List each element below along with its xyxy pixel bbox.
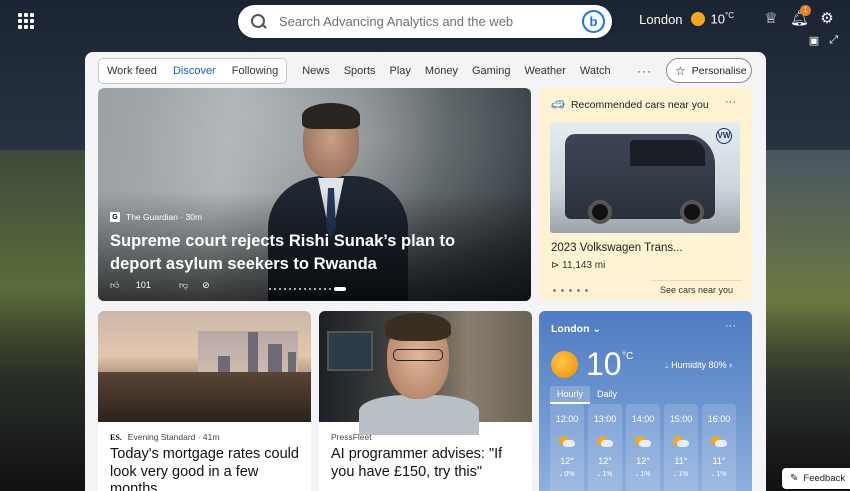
nav-money[interactable]: Money xyxy=(418,65,465,77)
news-image-city xyxy=(98,311,311,422)
forecast-hour[interactable]: 13:00 12° 💧︎ 1% xyxy=(588,404,622,491)
forecast-hour[interactable]: 15:00 11° 💧︎ 1% xyxy=(664,404,698,491)
weather-location[interactable]: London ⌄ xyxy=(551,323,601,335)
nav-sports[interactable]: Sports xyxy=(337,65,383,77)
weather-unit: °C xyxy=(622,351,634,362)
feed-nav: Work feed Discover Following News Sports… xyxy=(98,58,618,84)
forecast-hour[interactable]: 16:00 11° 💧︎ 1% xyxy=(702,404,736,491)
tab-hourly[interactable]: Hourly xyxy=(550,386,591,404)
tab-following[interactable]: Following xyxy=(224,59,286,83)
feedback-button[interactable]: ✎ Feedback xyxy=(782,468,850,489)
hero-story-card[interactable]: G The Guardian · 30m Supreme court rejec… xyxy=(98,88,531,301)
news-source: PressFleet xyxy=(331,432,372,442)
tab-work-feed[interactable]: Work feed xyxy=(99,59,165,83)
header-temperature[interactable]: 10°C xyxy=(711,11,734,26)
car-icon: 🚙︎ xyxy=(551,99,565,111)
feed-panel: Work feed Discover Following News Sports… xyxy=(85,52,766,491)
forecast-hour[interactable]: 14:00 12° 💧︎ 1% xyxy=(626,404,660,491)
search-bar[interactable]: b xyxy=(238,5,612,38)
guardian-logo-icon: G xyxy=(110,212,120,222)
sun-icon xyxy=(551,351,578,378)
see-cars-button[interactable]: See cars near you xyxy=(651,280,742,299)
nav-weather[interactable]: Weather xyxy=(517,65,572,77)
carousel-indicator[interactable] xyxy=(269,287,346,291)
bing-chat-icon[interactable]: b xyxy=(582,10,605,33)
hero-source-text: The Guardian · 30m xyxy=(126,212,203,222)
header-right: London 10°C ♕ 🔔︎ 1 ⚙ xyxy=(639,5,836,28)
evening-standard-logo-icon: ES. xyxy=(110,432,122,442)
hero-actions: 👍︎ 101 👎︎ ⊘ xyxy=(110,280,224,291)
chevron-right-icon: › xyxy=(729,360,733,370)
like-count: 101 xyxy=(135,280,151,290)
chevron-down-icon: ⌄ xyxy=(592,323,602,335)
personalise-label: Personalise xyxy=(691,64,747,77)
nav-watch[interactable]: Watch xyxy=(573,65,618,77)
like-button[interactable]: 👍︎ 101 xyxy=(110,280,165,291)
thumbs-up-icon: 👍︎ xyxy=(110,280,120,290)
news-title[interactable]: AI programmer advises: "If you have £150… xyxy=(331,446,526,481)
car-carousel-indicator[interactable] xyxy=(553,289,588,292)
partly-cloudy-icon xyxy=(635,436,651,448)
car-card-more-icon[interactable]: ··· xyxy=(725,96,736,108)
nav-news[interactable]: News xyxy=(295,65,337,77)
recommended-cars-card[interactable]: 🚙︎ Recommended cars near you ··· VW 2023… xyxy=(539,88,752,301)
search-input[interactable] xyxy=(279,14,569,29)
droplet-icon: 💧︎ xyxy=(665,360,669,370)
hourly-forecast: 12:00 12° 💧︎ 0% 13:00 12° 💧︎ 1% 14:00 12° 💧︎ 1… xyxy=(550,404,736,491)
sun-icon xyxy=(690,12,705,26)
car-image: VW xyxy=(550,122,740,233)
partly-cloudy-icon xyxy=(673,436,689,448)
apps-grid-icon[interactable] xyxy=(18,13,34,29)
news-card-mortgage[interactable]: ES. Evening Standard · 41m Today's mortg… xyxy=(98,311,311,491)
partly-cloudy-icon xyxy=(559,436,575,448)
partly-cloudy-icon xyxy=(597,436,613,448)
forecast-hour[interactable]: 12:00 12° 💧︎ 0% xyxy=(550,404,584,491)
dislike-icon[interactable]: 👎︎ xyxy=(179,280,188,291)
odometer-icon: ⊳ xyxy=(551,260,560,271)
car-mileage: ⊳ 11,143 mi xyxy=(551,260,606,271)
weather-more-icon[interactable]: ··· xyxy=(725,320,736,332)
hero-source: G The Guardian · 30m xyxy=(110,212,202,222)
weather-temperature: 10 xyxy=(586,346,622,382)
car-title[interactable]: 2023 Volkswagen Trans... xyxy=(551,242,683,254)
nav-gaming[interactable]: Gaming xyxy=(465,65,518,77)
category-links: News Sports Play Money Gaming Weather Wa… xyxy=(295,65,617,77)
header-small-icons: ▣ ⤢ xyxy=(809,34,838,47)
tab-discover[interactable]: Discover xyxy=(165,59,224,83)
header-location[interactable]: London xyxy=(639,12,682,27)
hide-story-icon[interactable]: ⊘ xyxy=(202,280,210,291)
weather-card[interactable]: London ⌄ ··· 10 °C 💧︎ Humidity 80% › Hou… xyxy=(539,311,752,491)
settings-gear-icon[interactable]: ⚙ xyxy=(818,10,836,28)
news-source: ES. Evening Standard · 41m xyxy=(110,432,220,442)
nav-more-button[interactable]: ··· xyxy=(637,64,652,78)
tab-daily[interactable]: Daily xyxy=(590,386,624,404)
weather-humidity[interactable]: 💧︎ Humidity 80% › xyxy=(665,360,732,371)
weather-tabs: Hourly Daily xyxy=(550,386,624,404)
nav-play[interactable]: Play xyxy=(383,65,418,77)
layout-icon[interactable]: ▣ xyxy=(809,34,819,47)
news-card-ai-programmer[interactable]: PressFleet AI programmer advises: "If yo… xyxy=(319,311,532,491)
volkswagen-logo-icon: VW xyxy=(716,128,732,144)
notification-badge: 1 xyxy=(800,5,811,16)
news-image-man xyxy=(319,311,532,435)
car-card-heading: 🚙︎ Recommended cars near you xyxy=(551,98,709,112)
notifications-bell-icon[interactable]: 🔔︎ 1 xyxy=(790,5,811,28)
news-title[interactable]: Today's mortgage rates could look very g… xyxy=(110,446,305,491)
rewards-trophy-icon[interactable]: ♕ xyxy=(762,10,780,28)
feed-segment-control: Work feed Discover Following xyxy=(98,58,288,84)
sparkle-star-icon: ☆ xyxy=(675,63,686,78)
search-icon xyxy=(251,13,267,30)
personalise-button[interactable]: ☆ Personalise xyxy=(666,58,752,83)
feedback-icon: ✎ xyxy=(790,473,799,484)
partly-cloudy-icon xyxy=(711,436,727,448)
hero-headline[interactable]: Supreme court rejects Rishi Sunak’s plan… xyxy=(110,230,510,276)
expand-icon[interactable]: ⤢ xyxy=(829,34,838,47)
